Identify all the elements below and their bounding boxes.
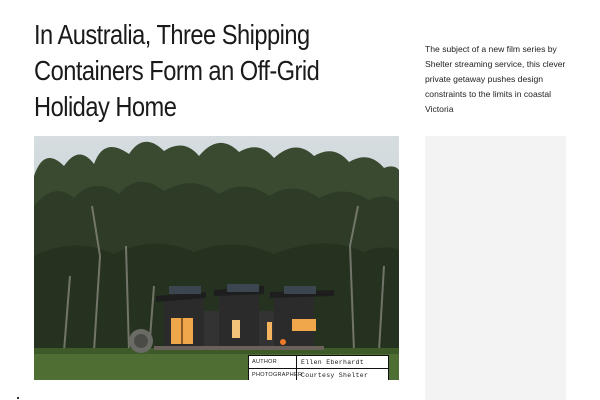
photographer-label: PHOTOGRAPHER xyxy=(249,369,302,380)
sidebar-ad-placeholder xyxy=(425,136,566,400)
hero-photo-illustration xyxy=(34,136,399,380)
photographer-credit-row: PHOTOGRAPHER Courtesy Shelter xyxy=(249,368,388,380)
hero-photo: AUTHOR Ellen Eberhardt PHOTOGRAPHER Cour… xyxy=(34,136,399,380)
author-credit-row: AUTHOR Ellen Eberhardt xyxy=(249,356,388,368)
author-name[interactable]: Ellen Eberhardt xyxy=(297,359,364,366)
bottom-dot xyxy=(17,397,19,399)
article-dek: The subject of a new film series by Shel… xyxy=(425,44,566,114)
photo-credits: AUTHOR Ellen Eberhardt PHOTOGRAPHER Cour… xyxy=(248,355,389,380)
author-label: AUTHOR xyxy=(249,356,297,368)
article-headline: In Australia, Three Shipping Containers … xyxy=(34,19,320,122)
photographer-name: Courtesy Shelter xyxy=(301,371,369,379)
